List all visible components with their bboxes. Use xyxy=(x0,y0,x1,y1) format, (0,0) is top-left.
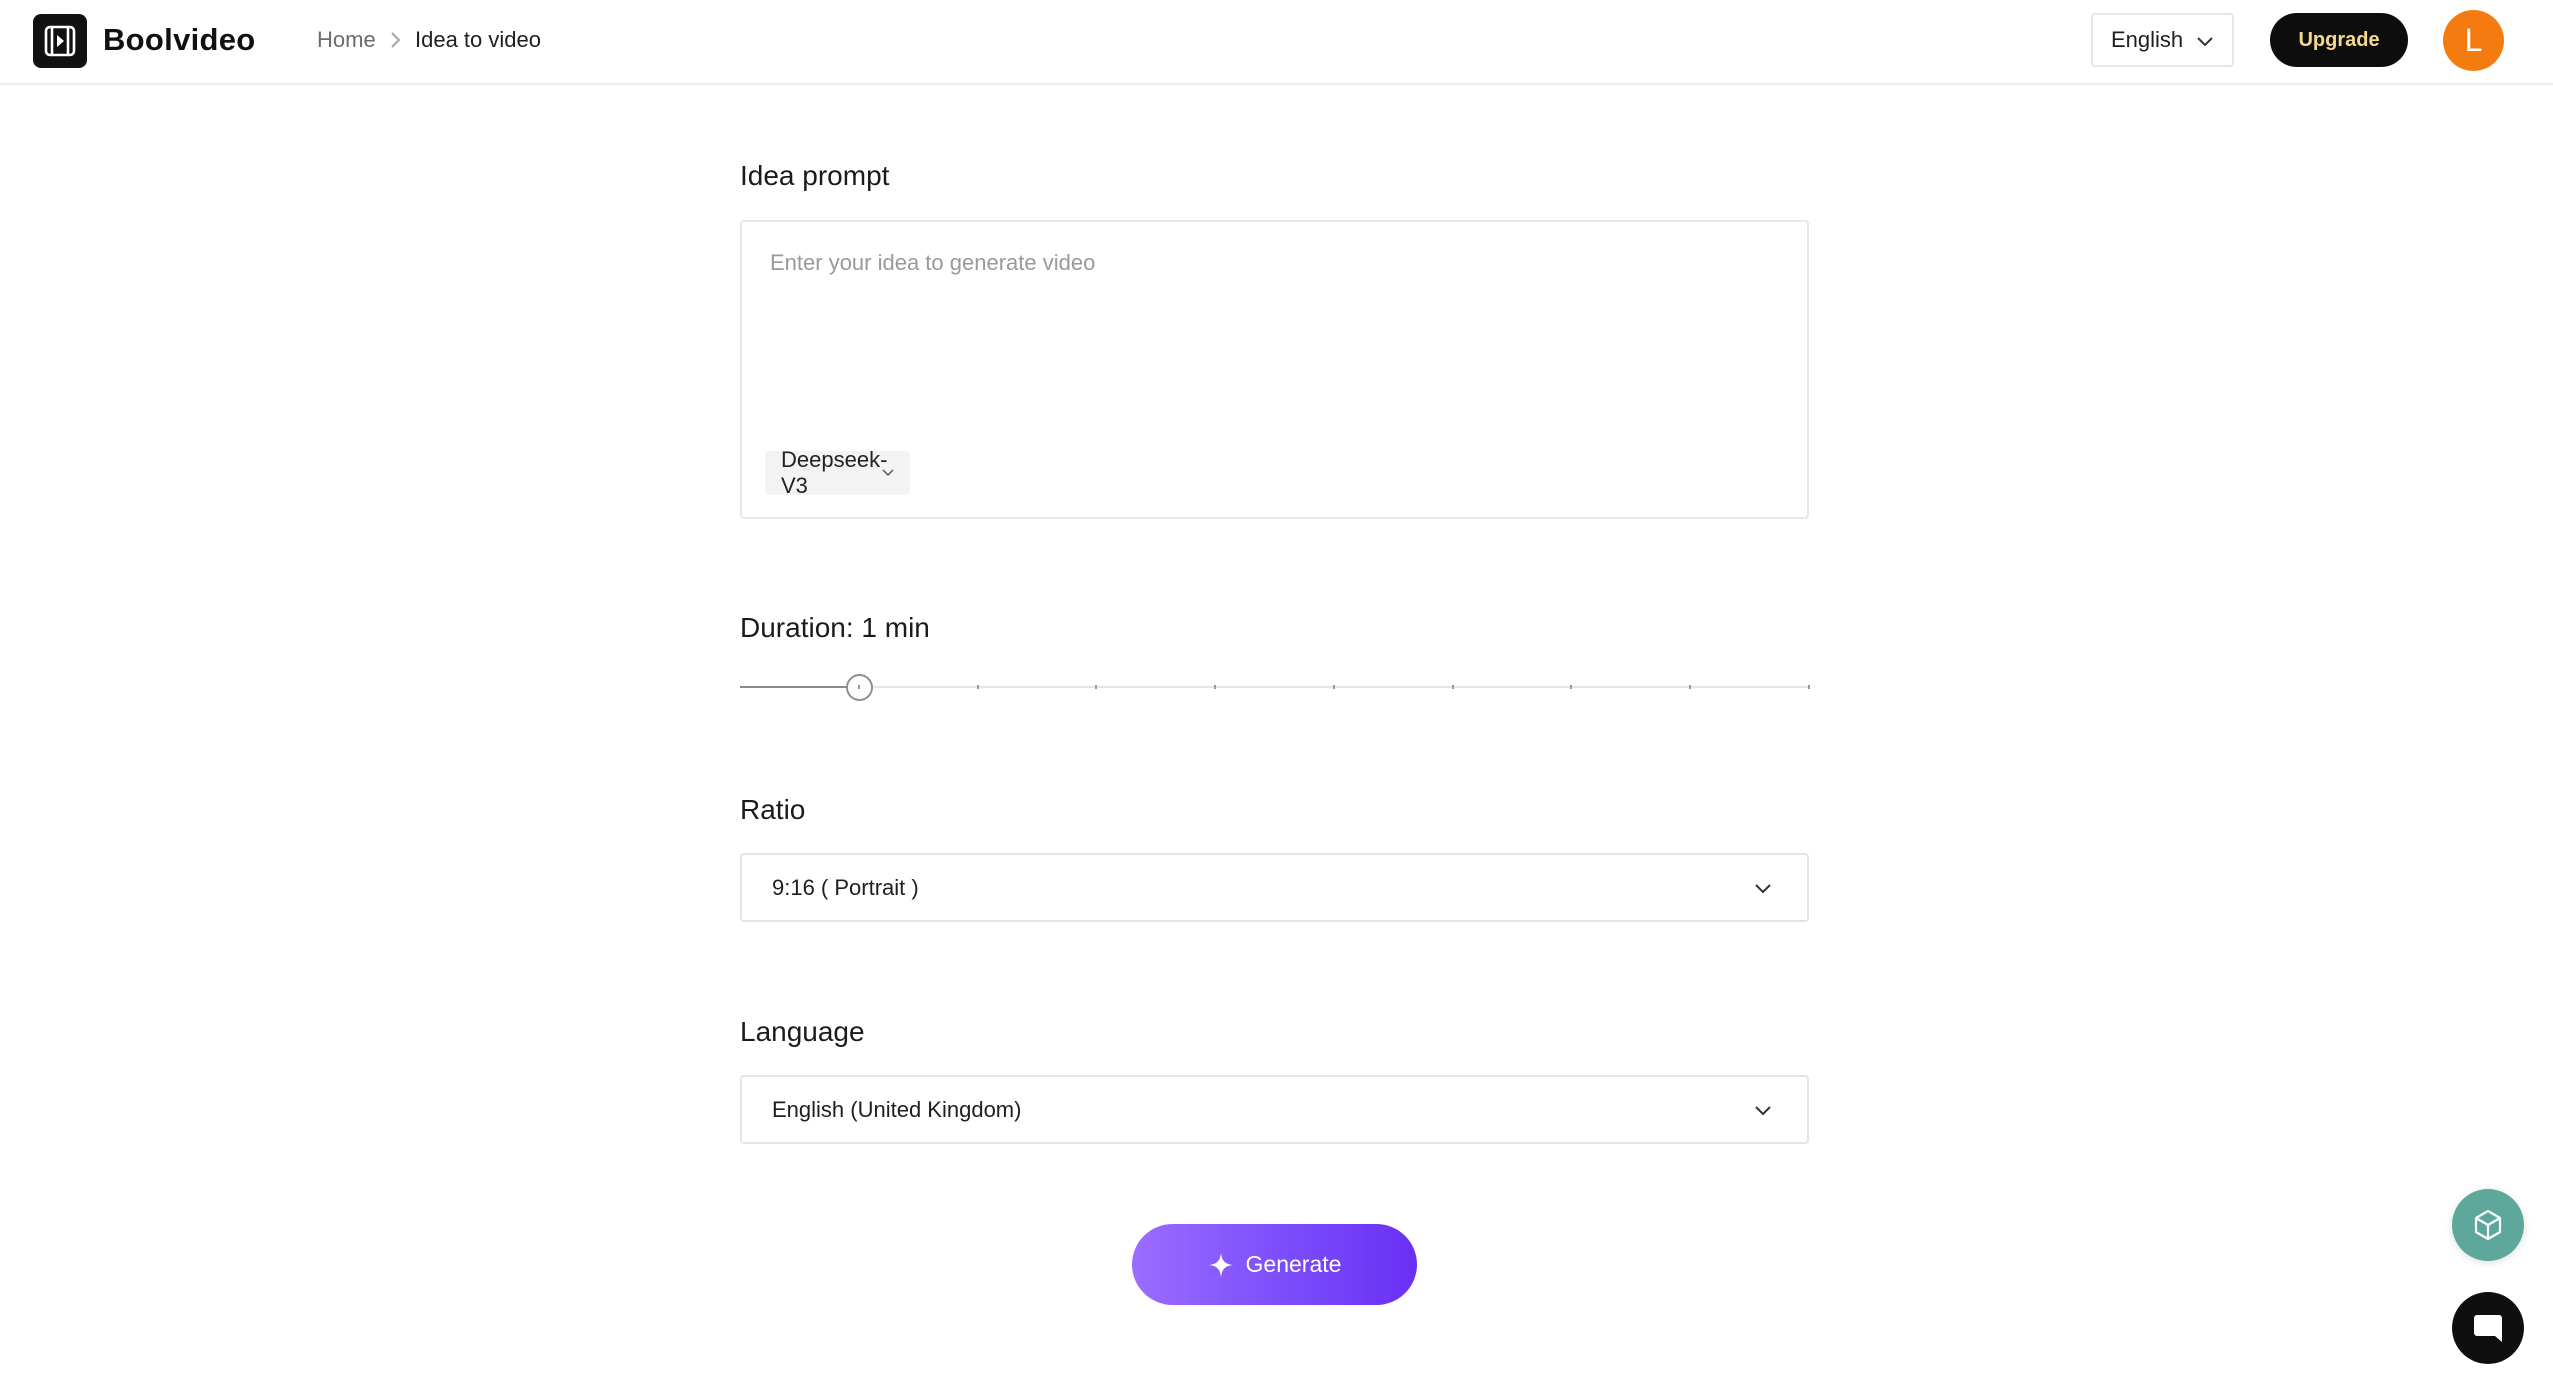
chat-bubble-icon xyxy=(2474,1315,2502,1342)
slider-tick xyxy=(1214,685,1216,689)
slider-tick xyxy=(1452,685,1454,689)
upgrade-button[interactable]: Upgrade xyxy=(2270,13,2408,67)
language-dropdown[interactable]: English (United Kingdom) xyxy=(740,1075,1809,1144)
brand-name[interactable]: Boolvideo xyxy=(103,20,256,60)
idea-prompt-box: Deepseek-V3 xyxy=(740,220,1809,519)
chevron-down-icon xyxy=(882,469,894,477)
duration-label: Duration: 1 min xyxy=(740,612,930,643)
assistant-button[interactable] xyxy=(2452,1189,2524,1261)
slider-tick xyxy=(1689,685,1691,689)
sparkle-icon xyxy=(1208,1252,1233,1277)
model-select[interactable]: Deepseek-V3 xyxy=(765,447,910,498)
slider-tick xyxy=(1808,685,1810,689)
language-select[interactable]: English xyxy=(2091,13,2234,67)
breadcrumb-current: Idea to video xyxy=(415,27,541,52)
language-select-value: English xyxy=(2111,27,2184,52)
duration-slider[interactable] xyxy=(740,665,1810,709)
chevron-down-icon xyxy=(1755,1106,1771,1116)
breadcrumb-home-link[interactable]: Home xyxy=(317,26,376,54)
slider-tick xyxy=(1095,685,1097,689)
film-play-icon xyxy=(44,25,76,57)
slider-tick xyxy=(858,685,860,689)
idea-prompt-input[interactable] xyxy=(770,250,1770,420)
ratio-select[interactable]: 9:16 ( Portrait ) xyxy=(740,853,1809,922)
logo[interactable] xyxy=(33,14,87,68)
top-bar: Boolvideo Home Idea to video English Upg… xyxy=(0,0,2553,85)
generate-label: Generate xyxy=(1245,1251,1342,1277)
language-label: Language xyxy=(740,1016,865,1047)
chevron-right-icon xyxy=(384,26,406,54)
idea-prompt-label: Idea prompt xyxy=(740,160,890,191)
ratio-label: Ratio xyxy=(740,794,806,825)
language-dropdown-value: English (United Kingdom) xyxy=(772,1096,1022,1122)
slider-tick xyxy=(1570,685,1572,689)
chevron-down-icon xyxy=(2197,37,2213,47)
slider-track[interactable] xyxy=(740,686,1809,688)
ratio-select-value: 9:16 ( Portrait ) xyxy=(772,874,919,900)
chevron-down-icon xyxy=(1755,884,1771,894)
slider-tick xyxy=(977,685,979,689)
cube-icon xyxy=(2474,1209,2502,1241)
slider-fill xyxy=(740,686,859,688)
generate-button[interactable]: Generate xyxy=(1132,1224,1417,1305)
avatar[interactable]: L xyxy=(2443,10,2504,71)
slider-tick xyxy=(1333,685,1335,689)
chat-button[interactable] xyxy=(2452,1292,2524,1364)
